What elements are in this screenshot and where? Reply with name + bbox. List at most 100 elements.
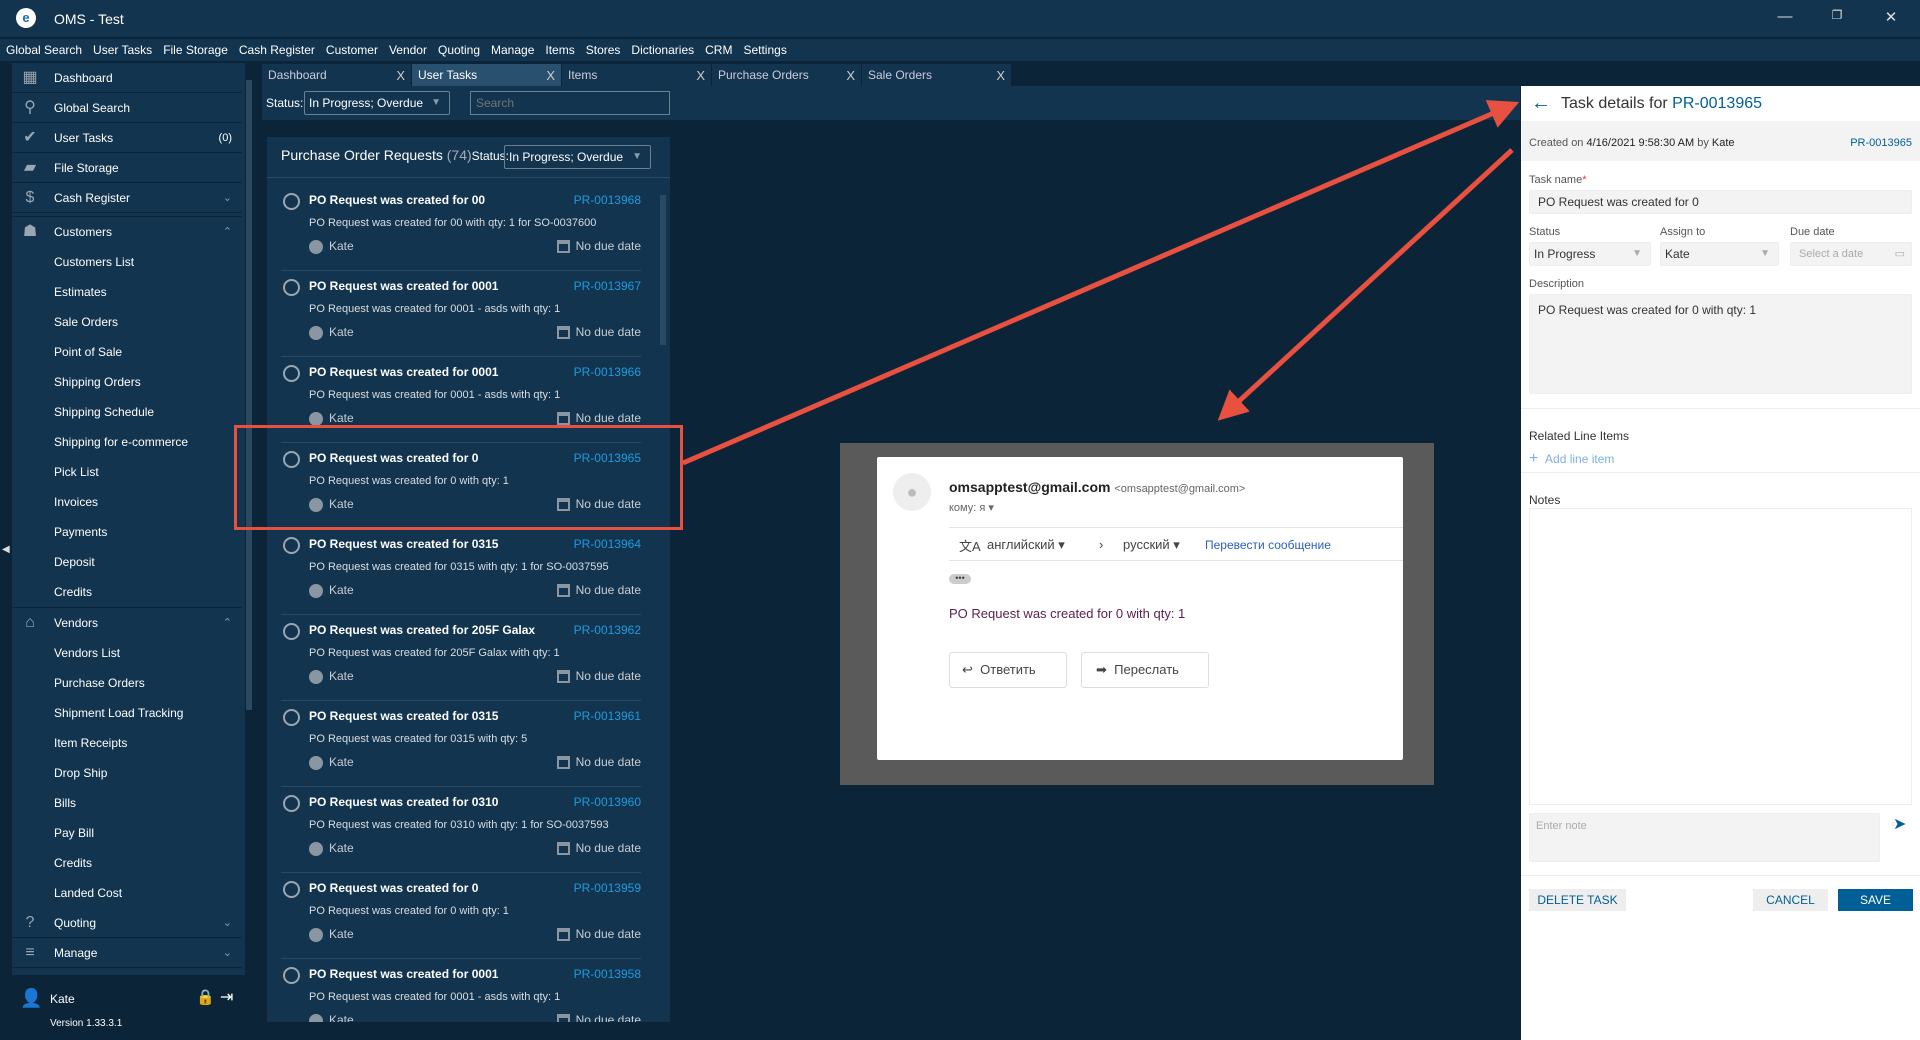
- chevron-down-icon[interactable]: ⌄: [223, 916, 232, 929]
- complete-radio[interactable]: [283, 967, 300, 984]
- sidebar-item-deposit[interactable]: Deposit: [12, 547, 242, 577]
- pr-link[interactable]: PR-0013964: [574, 537, 641, 551]
- sidebar-item-pick-list[interactable]: Pick List: [12, 457, 242, 487]
- assign-dropdown[interactable]: Kate ▼: [1660, 242, 1779, 266]
- tab-dashboard[interactable]: Dashboard X: [262, 64, 412, 86]
- pr-link[interactable]: PR-0013966: [574, 365, 641, 379]
- status-select[interactable]: In Progress; Overdue ▼: [304, 91, 450, 115]
- chevron-up-icon[interactable]: ⌃: [223, 225, 232, 238]
- menu-cash-register[interactable]: Cash Register: [233, 39, 320, 61]
- sidebar-item-payments[interactable]: Payments: [12, 517, 242, 547]
- sidebar-item-vendors-list[interactable]: Vendors List: [12, 638, 242, 668]
- sidebar-item-invoices[interactable]: Invoices: [12, 487, 242, 517]
- menu-vendor[interactable]: Vendor: [383, 39, 432, 61]
- chevron-down-icon[interactable]: ⌄: [223, 191, 232, 204]
- menu-settings[interactable]: Settings: [737, 39, 791, 61]
- sidebar-item-estimates[interactable]: Estimates: [12, 277, 242, 307]
- sidebar-item-landed-cost[interactable]: Landed Cost: [12, 878, 242, 908]
- complete-radio[interactable]: [283, 623, 300, 640]
- close-tab-icon[interactable]: X: [696, 68, 705, 83]
- add-line-item-button[interactable]: + Add line item: [1529, 450, 1614, 468]
- sidebar-item-customers[interactable]: ☗ Customers ⌃: [12, 216, 242, 246]
- target-language[interactable]: русский ▾: [1123, 537, 1180, 553]
- tab-user-tasks[interactable]: User Tasks X: [412, 64, 562, 86]
- close-tab-icon[interactable]: X: [396, 68, 405, 83]
- pr-link[interactable]: PR-0013965: [1850, 137, 1912, 149]
- menu-crm[interactable]: CRM: [699, 39, 737, 61]
- list-status-select[interactable]: In Progress; Overdue ▼: [504, 145, 651, 169]
- complete-radio[interactable]: [283, 881, 300, 898]
- delete-task-button[interactable]: DELETE TASK: [1529, 889, 1626, 911]
- sidebar-item-pay-bill[interactable]: Pay Bill: [12, 818, 242, 848]
- sidebar-item-shipping-orders[interactable]: Shipping Orders: [12, 367, 242, 397]
- menu-user-tasks[interactable]: User Tasks: [87, 39, 157, 61]
- list-item[interactable]: PO Request was created for 0001 PR-001395…: [281, 959, 641, 1022]
- sidebar-scrollbar[interactable]: [246, 80, 252, 710]
- search-input[interactable]: [470, 91, 670, 115]
- sidebar-item-user-tasks[interactable]: ✔ User Tasks (0): [12, 123, 242, 153]
- close-tab-icon[interactable]: X: [846, 68, 855, 83]
- sidebar-item-credits[interactable]: Credits: [12, 577, 242, 607]
- complete-radio[interactable]: [283, 279, 300, 296]
- sidebar-item-customers-list[interactable]: Customers List: [12, 247, 242, 277]
- complete-radio[interactable]: [283, 193, 300, 210]
- email-recipient[interactable]: кому: я ▾: [949, 501, 994, 514]
- status-dropdown[interactable]: In Progress ▼: [1529, 242, 1651, 266]
- collapse-sidebar-icon[interactable]: ◀: [2, 544, 10, 555]
- description-textarea[interactable]: PO Request was created for 0 with qty: 1: [1529, 294, 1912, 394]
- list-item[interactable]: PO Request was created for 0001 PR-001396…: [281, 271, 641, 357]
- forward-button[interactable]: ➡ Переслать: [1081, 652, 1209, 688]
- menu-global-search[interactable]: Global Search: [0, 39, 87, 61]
- list-item[interactable]: PO Request was created for 205F Galax PR-…: [281, 615, 641, 701]
- pr-link[interactable]: PR-0013960: [574, 795, 641, 809]
- sidebar-item-dashboard[interactable]: ▦ Dashboard: [12, 63, 242, 93]
- task-name-input[interactable]: PO Request was created for 0: [1529, 190, 1912, 214]
- list-item[interactable]: PO Request was created for 0315 PR-001396…: [281, 529, 641, 615]
- cancel-button[interactable]: CANCEL: [1753, 889, 1828, 911]
- list-item[interactable]: PO Request was created for 0310 PR-001396…: [281, 787, 641, 873]
- sidebar-item-point-of-sale[interactable]: Point of Sale: [12, 337, 242, 367]
- complete-radio[interactable]: [283, 365, 300, 382]
- close-icon[interactable]: ✕: [1876, 8, 1906, 26]
- menu-quoting[interactable]: Quoting: [432, 39, 485, 61]
- sidebar-item-quoting[interactable]: ? Quoting ⌄: [12, 908, 242, 938]
- pr-link[interactable]: PR-0013959: [574, 881, 641, 895]
- pr-link[interactable]: PR-0013967: [574, 279, 641, 293]
- sidebar-item-vendors[interactable]: ⌂ Vendors ⌃: [12, 607, 242, 637]
- close-tab-icon[interactable]: X: [546, 68, 555, 83]
- list-item[interactable]: PO Request was created for 0315 PR-001396…: [281, 701, 641, 787]
- list-scrollbar[interactable]: [660, 195, 666, 345]
- menu-file-storage[interactable]: File Storage: [157, 39, 233, 61]
- menu-stores[interactable]: Stores: [580, 39, 626, 61]
- sidebar-item-shipping-schedule[interactable]: Shipping Schedule: [12, 397, 242, 427]
- close-tab-icon[interactable]: X: [996, 68, 1005, 83]
- tab-sale-orders[interactable]: Sale Orders X: [862, 64, 1012, 86]
- detail-title-pr[interactable]: PR-0013965: [1672, 95, 1762, 112]
- save-button[interactable]: SAVE: [1838, 889, 1913, 911]
- tab-items[interactable]: Items X: [562, 64, 712, 86]
- sidebar-item-manage[interactable]: ≡ Manage ⌄: [12, 938, 242, 968]
- menu-dictionaries[interactable]: Dictionaries: [625, 39, 699, 61]
- sidebar-item-credits[interactable]: Credits: [12, 848, 242, 878]
- pr-link[interactable]: PR-0013958: [574, 967, 641, 981]
- menu-items[interactable]: Items: [539, 39, 579, 61]
- sidebar-item-item-receipts[interactable]: Item Receipts: [12, 728, 242, 758]
- list-item[interactable]: PO Request was created for 0 PR-0013959 PO…: [281, 873, 641, 959]
- due-date-input[interactable]: Select a date ▭: [1790, 242, 1912, 266]
- back-arrow-icon[interactable]: ←: [1531, 92, 1551, 115]
- send-icon[interactable]: ➤: [1893, 814, 1906, 834]
- pr-link[interactable]: PR-0013961: [574, 709, 641, 723]
- logout-icon[interactable]: ⇥: [220, 987, 233, 1007]
- more-dots-icon[interactable]: •••: [949, 574, 971, 584]
- source-language[interactable]: английский ▾: [987, 537, 1065, 553]
- sidebar-item-bills[interactable]: Bills: [12, 788, 242, 818]
- translate-link[interactable]: Перевести сообщение: [1205, 538, 1331, 552]
- pr-link[interactable]: PR-0013962: [574, 623, 641, 637]
- chevron-up-icon[interactable]: ⌃: [223, 616, 232, 629]
- sidebar-item-drop-ship[interactable]: Drop Ship: [12, 758, 242, 788]
- reply-button[interactable]: ↩ Ответить: [949, 652, 1067, 688]
- chevron-down-icon[interactable]: ⌄: [223, 946, 232, 959]
- sidebar-item-cash-register[interactable]: $ Cash Register ⌄: [12, 183, 242, 213]
- pr-link[interactable]: PR-0013968: [574, 193, 641, 207]
- sidebar-item-shipment-load-tracking[interactable]: Shipment Load Tracking: [12, 698, 242, 728]
